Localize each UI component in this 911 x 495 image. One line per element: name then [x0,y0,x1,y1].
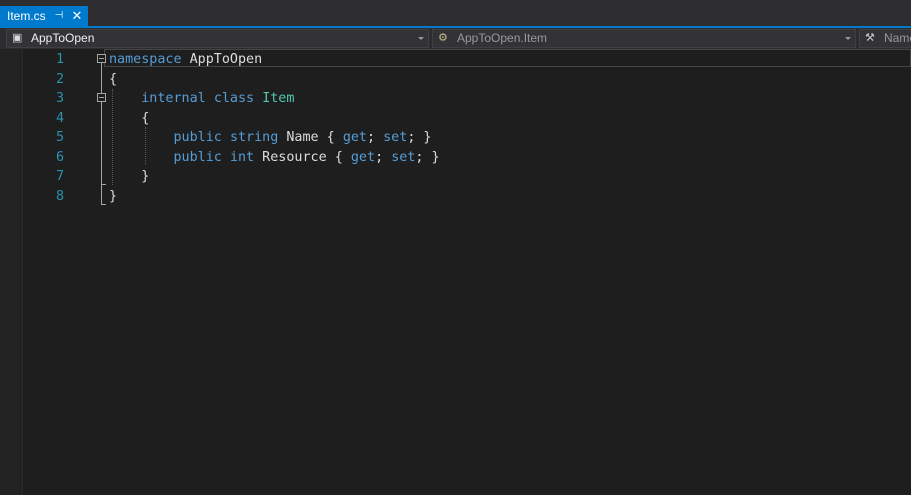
type-dropdown[interactable]: ⚙ AppToOpen.Item [432,29,856,48]
code-token: public [173,149,222,165]
line-number: 5 [55,130,64,145]
code-text: } [109,187,117,206]
code-line[interactable]: 3 internal class Item [0,89,911,108]
line-number: 3 [55,91,64,106]
wrench-icon: ⚒ [865,32,875,44]
chevron-down-icon [418,37,424,40]
document-tab-strip: Item.cs ⊣ ✕ [0,0,911,26]
code-token: set [383,130,408,145]
line-number: 8 [55,188,64,204]
code-token: string [229,130,279,145]
code-line[interactable]: 7 } [0,167,911,186]
code-token: Resource { [254,149,351,165]
member-dropdown[interactable]: ⚒ Name [859,29,911,48]
code-token: { [109,110,150,126]
code-token: ; [367,130,384,145]
line-number: 7 [55,169,64,184]
code-token: get [350,149,376,165]
code-token: ; } [407,130,432,145]
member-dropdown-label: Name [884,31,911,45]
code-token: set [391,149,416,165]
code-token: get [342,130,367,145]
line-number: 2 [55,71,64,87]
code-line[interactable]: 8} [0,187,911,206]
code-token: { [109,71,118,87]
class-icon: ⚙ [438,32,448,44]
csharp-project-icon: ▣ [12,32,23,44]
type-dropdown-label: AppToOpen.Item [457,31,548,45]
line-number: 6 [55,149,64,165]
code-token: } [109,188,118,204]
code-token: internal [141,91,206,106]
tab-label: Item.cs [7,9,46,23]
close-icon[interactable]: ✕ [71,6,83,26]
pin-icon[interactable]: ⊣ [53,6,65,26]
chevron-down-icon [845,37,851,40]
code-token: ; [375,149,392,165]
code-editor[interactable]: 1 namespace AppToOpen 2{3 internal class I… [0,49,911,495]
tab-item-cs[interactable]: Item.cs ⊣ ✕ [0,6,88,26]
code-text: { [109,70,117,89]
code-token: Name { [278,130,343,145]
project-dropdown-label: AppToOpen [31,31,95,45]
code-token: AppToOpen [181,52,263,67]
code-text: namespace AppToOpen [109,50,262,69]
line-number: 4 [55,110,64,126]
code-token: Item [262,91,295,106]
code-line[interactable]: 2{ [0,70,911,89]
line-number: 1 [55,52,64,67]
code-text: internal class Item [109,89,294,108]
code-line[interactable]: 5 public string Name { get; set; } [0,128,911,147]
code-token: public [173,130,222,145]
code-token: ; } [415,149,440,165]
code-line[interactable]: 1 namespace AppToOpen [0,50,911,69]
code-token: namespace [109,52,182,67]
code-token: } [109,169,150,184]
project-dropdown[interactable]: ▣ AppToOpen [6,29,429,48]
code-text: public int Resource { get; set; } [109,148,440,167]
code-token: class [213,91,255,106]
code-text: { [109,109,149,128]
code-text: public string Name { get; set; } [109,128,432,147]
code-line[interactable]: 4 { [0,109,911,128]
navigation-bar: ▣ AppToOpen ⚙ AppToOpen.Item ⚒ Name [0,28,911,49]
code-token: int [229,149,255,165]
code-line[interactable]: 6 public int Resource { get; set; } [0,148,911,167]
code-text: } [109,167,149,186]
